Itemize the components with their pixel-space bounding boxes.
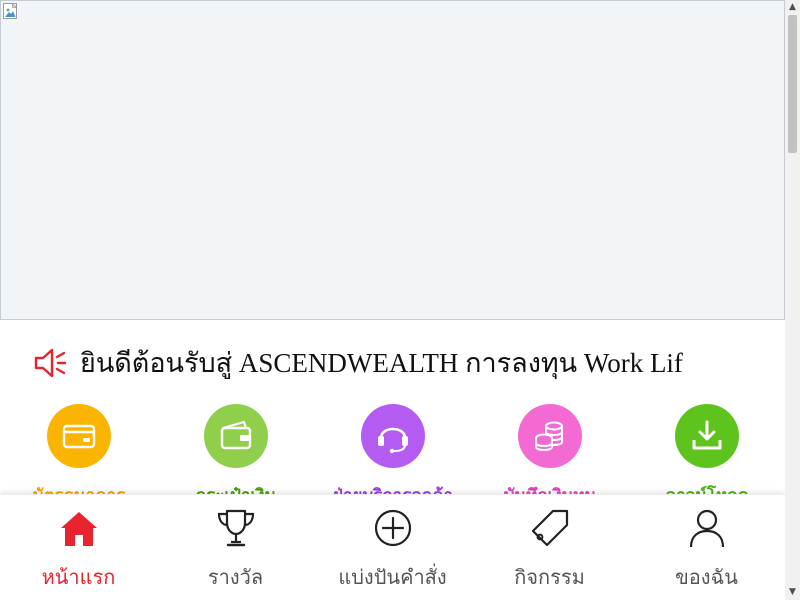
bottom-navigation: หน้าแรก รางวัล แบ่งปันคำสั่ง กิจกรรม ของ… (0, 494, 785, 600)
wallet-icon (204, 404, 268, 468)
feature-fund-record[interactable]: บันทึกเงินทุน (490, 404, 610, 506)
feature-bank-card[interactable]: บัตรธนาคาร (19, 404, 139, 506)
nav-item-rewards[interactable]: รางวัล (157, 495, 314, 600)
card-icon (47, 404, 111, 468)
download-icon (675, 404, 739, 468)
feature-customer-service[interactable]: ฝ่ายบริการลูกค้า (333, 404, 453, 506)
scroll-down-icon[interactable]: ▼ (785, 585, 800, 600)
scrollbar-thumb[interactable] (788, 15, 797, 153)
banner-image[interactable] (0, 0, 785, 320)
speaker-icon (34, 348, 67, 378)
scroll-up-icon[interactable]: ▲ (785, 0, 800, 15)
feature-download[interactable]: ดาวน์โหลด (647, 404, 767, 506)
nav-item-activities[interactable]: กิจกรรม (471, 495, 628, 600)
announcement-marquee: ยินดีต้อนรับสู่ ASCENDWEALTH การลงทุน Wo… (0, 336, 785, 390)
nav-item-share-orders[interactable]: แบ่งปันคำสั่ง (314, 495, 471, 600)
broken-image-icon (3, 3, 18, 19)
marquee-text: ยินดีต้อนรับสู่ ASCENDWEALTH การลงทุน Wo… (80, 348, 683, 378)
home-icon (61, 512, 97, 546)
plus-circle-icon (374, 509, 412, 547)
nav-label: รางวัล (207, 565, 264, 589)
user-icon (689, 509, 725, 548)
nav-label: กิจกรรม (514, 565, 585, 589)
nav-label: หน้าแรก (41, 565, 116, 589)
headset-icon (361, 404, 425, 468)
nav-item-home[interactable]: หน้าแรก (0, 495, 157, 600)
trophy-icon (217, 509, 255, 547)
vertical-scrollbar[interactable]: ▲ ▼ (785, 0, 800, 600)
page: ยินดีต้อนรับสู่ ASCENDWEALTH การลงทุน Wo… (0, 0, 785, 600)
feature-wallet[interactable]: กระเป๋าเงิน (176, 404, 296, 506)
nav-label: ของฉัน (675, 565, 738, 589)
feature-shortcuts: บัตรธนาคาร กระเป๋าเงิน (0, 404, 785, 506)
tag-icon (531, 509, 569, 547)
nav-label: แบ่งปันคำสั่ง (338, 565, 447, 589)
coins-icon (518, 404, 582, 468)
nav-item-profile[interactable]: ของฉัน (628, 495, 785, 600)
